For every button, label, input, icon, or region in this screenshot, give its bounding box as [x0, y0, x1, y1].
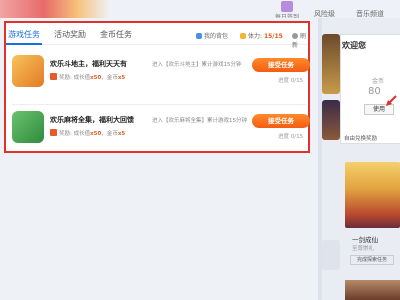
reward-coin-value: x5 [117, 75, 126, 81]
reward-coin-label: 金币 [106, 75, 118, 81]
side-thumbnail[interactable] [322, 240, 340, 270]
task-panel: 游戏任务 活动奖励 金币任务 我的背包 体力: 15/15 刷新 欢乐斗地主，福… [4, 21, 310, 153]
reward-coin-value: x5 [117, 131, 126, 137]
task-description: 进入【欢乐麻将全集】累计游戏15分钟 [152, 118, 247, 124]
lightning-icon [240, 33, 246, 39]
reward-growth-value: x50 [90, 131, 102, 137]
nav-link-2[interactable]: 音乐频道 [356, 9, 384, 19]
redeem-link[interactable]: 自由兑换奖励 [344, 134, 377, 142]
accept-task-button[interactable]: 接受任务 [252, 58, 310, 72]
gift-icon [50, 129, 57, 136]
coin-value: 80 [368, 86, 381, 97]
stamina-label: 体力: [248, 33, 263, 40]
mahjong-game-icon [12, 111, 44, 143]
refresh-button[interactable]: 刷新 [292, 31, 308, 49]
side-thumbnail[interactable] [322, 100, 340, 140]
task-title: 欢乐斗地主，福利天天有 [50, 60, 127, 68]
tab-game-tasks[interactable]: 游戏任务 [8, 29, 40, 40]
bag-icon [196, 33, 202, 39]
game-thumbnail[interactable] [345, 280, 400, 300]
game-name: 一剑成仙 [352, 236, 378, 244]
task-title: 欢乐麻将全集，福利大回馈 [50, 116, 134, 124]
task-item: 欢乐麻将全集，福利大回馈 进入【欢乐麻将全集】累计游戏15分钟 奖励: 成长值x… [12, 111, 310, 155]
doudizhu-game-icon [12, 55, 44, 87]
game-subtitle: 至尊崇礼 [352, 246, 375, 252]
gift-icon [50, 73, 57, 80]
arrow-annotation-icon [386, 95, 397, 106]
active-tab-indicator [6, 43, 42, 45]
my-bag-link[interactable]: 我的背包 [196, 31, 228, 40]
my-bag-label: 我的背包 [204, 33, 229, 40]
task-divider [12, 104, 306, 105]
accept-task-button[interactable]: 接受任务 [252, 114, 310, 128]
task-tabs: 游戏任务 活动奖励 金币任务 我的背包 体力: 15/15 刷新 [6, 23, 308, 49]
task-progress: 进度 0/15 [278, 134, 304, 140]
coin-label: 金币 [372, 78, 385, 85]
calendar-icon [281, 1, 293, 12]
reward-prefix: 奖励: [59, 131, 72, 137]
side-thumbnail[interactable] [322, 34, 340, 94]
game-thumbnail[interactable] [345, 162, 400, 228]
reward-prefix: 奖励: [59, 75, 72, 81]
task-description: 进入【欢乐斗地主】累计游戏15分钟 [152, 62, 242, 68]
welcome-title: 欢迎您 [342, 41, 366, 50]
top-banner: 每日签到 风险级 音乐频道 [0, 0, 400, 22]
refresh-icon [292, 33, 298, 39]
tab-activity-rewards[interactable]: 活动奖励 [54, 29, 86, 40]
task-reward: 奖励: 成长值x50，金币x5 [50, 73, 125, 81]
tab-coin-tasks[interactable]: 金币任务 [100, 29, 132, 40]
task-progress: 进度 0/15 [278, 78, 304, 84]
task-reward: 奖励: 成长值x50，金币x5 [50, 129, 125, 137]
task-item: 欢乐斗地主，福利天天有 进入【欢乐斗地主】累计游戏15分钟 奖励: 成长值x50… [12, 55, 310, 99]
reward-growth-label: 成长值 [73, 131, 91, 137]
reward-growth-value: x50 [90, 75, 102, 81]
reward-growth-label: 成长值 [73, 75, 91, 81]
stamina-value: 15/15 [263, 33, 283, 40]
stamina-display: 体力: 15/15 [240, 31, 283, 40]
game-task-button[interactable]: 完成探索任务 [350, 255, 394, 265]
reward-coin-label: 金币 [106, 131, 118, 137]
